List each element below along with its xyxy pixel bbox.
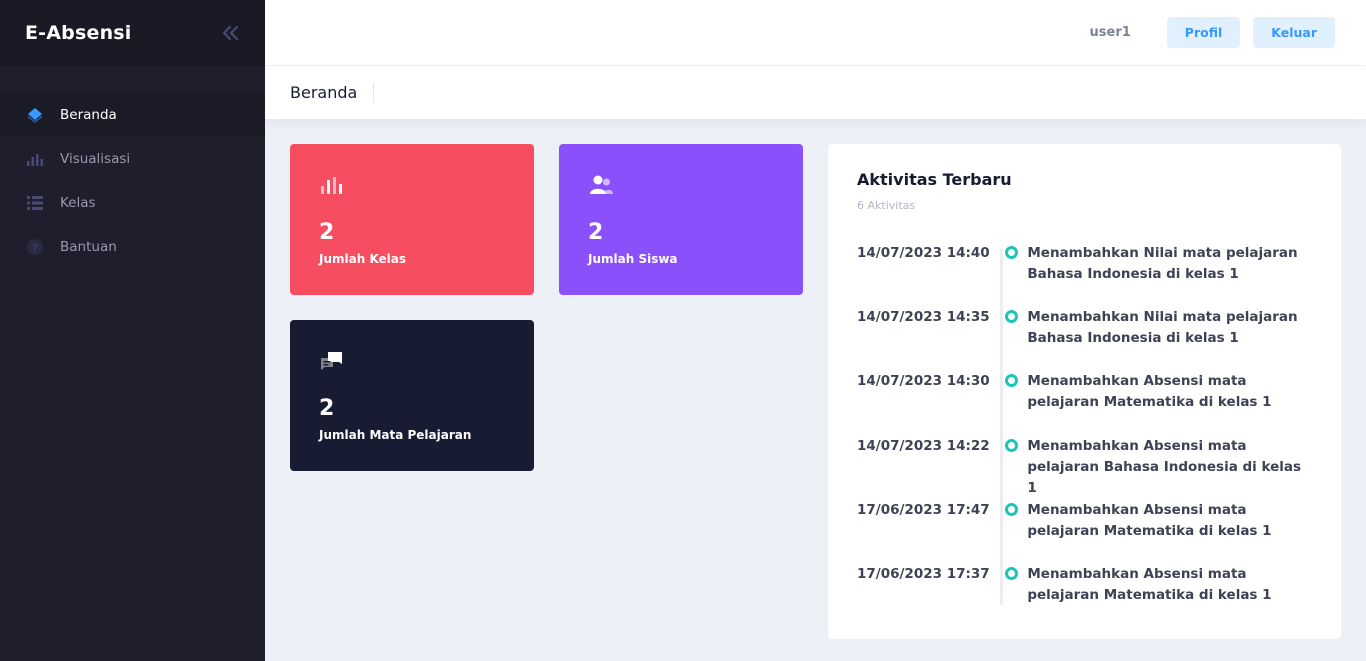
username-label: user1 xyxy=(1089,25,1131,40)
timeline-dot-icon xyxy=(1005,374,1018,388)
sidebar-item-label: Visualisasi xyxy=(60,151,131,167)
timeline-dot-icon xyxy=(1005,438,1018,452)
timeline-time: 17/06/2023 17:37 xyxy=(857,565,990,582)
list-icon xyxy=(25,193,45,213)
users-icon xyxy=(588,172,614,198)
timeline-time: 17/06/2023 17:47 xyxy=(857,501,990,518)
sidebar-item-beranda[interactable]: Beranda xyxy=(0,93,265,137)
timeline-text: Menambahkan Absensi mata pelajaran Bahas… xyxy=(1027,437,1302,496)
stat-label: Jumlah Kelas xyxy=(319,252,407,266)
stat-label: Jumlah Mata Pelajaran xyxy=(319,428,472,442)
sidebar-item-bantuan[interactable]: ? Bantuan xyxy=(0,225,265,269)
logout-button[interactable]: Keluar xyxy=(1253,17,1335,48)
timeline-time: 14/07/2023 14:22 xyxy=(857,437,990,454)
brand-bar: E-Absensi xyxy=(0,0,265,66)
stat-card-mata-pelajaran: 2 Jumlah Mata Pelajaran xyxy=(290,320,534,471)
sidebar-item-label: Kelas xyxy=(60,195,96,211)
double-chevron-left-icon[interactable] xyxy=(220,23,240,43)
svg-text:?: ? xyxy=(32,243,37,254)
stat-value: 2 xyxy=(319,396,335,421)
timeline-item: 17/06/2023 17:37 Menambahkan Absensi mat… xyxy=(857,564,1312,628)
subheader: Beranda xyxy=(265,66,1366,119)
activity-count: 6 Aktivitas xyxy=(857,199,916,212)
sidebar-item-visualisasi[interactable]: Visualisasi xyxy=(0,137,265,181)
timeline-text: Menambahkan Absensi mata pelajaran Matem… xyxy=(1027,501,1272,539)
timeline-item: 14/07/2023 14:30 Menambahkan Absensi mat… xyxy=(857,371,1312,435)
activity-panel: Aktivitas Terbaru 6 Aktivitas 14/07/2023… xyxy=(828,144,1341,639)
timeline-dot-icon xyxy=(1005,502,1018,516)
timeline-text: Menambahkan Nilai mata pelajaran Bahasa … xyxy=(1027,245,1298,282)
bar-chart-icon xyxy=(25,149,45,169)
sidebar-nav: Beranda Visualisasi Kelas ? Bantuan xyxy=(0,66,265,269)
stat-value: 2 xyxy=(588,220,604,245)
stat-card-kelas: 2 Jumlah Kelas xyxy=(290,144,534,295)
timeline-item: 14/07/2023 14:35 Menambahkan Nilai mata … xyxy=(857,307,1312,371)
stat-value: 2 xyxy=(319,220,335,245)
activity-timeline: 14/07/2023 14:40 Menambahkan Nilai mata … xyxy=(857,243,1312,628)
timeline-time: 14/07/2023 14:30 xyxy=(857,373,990,390)
timeline-time: 14/07/2023 14:40 xyxy=(857,245,990,261)
sidebar: E-Absensi Beranda Visualisasi Kelas ? Ba… xyxy=(0,0,265,661)
timeline-text: Menambahkan Nilai mata pelajaran Bahasa … xyxy=(1027,309,1298,347)
timeline-time: 14/07/2023 14:35 xyxy=(857,309,990,326)
bar-chart-icon xyxy=(319,172,345,198)
timeline-text: Menambahkan Absensi mata pelajaran Matem… xyxy=(1027,565,1272,603)
stat-label: Jumlah Siswa xyxy=(588,252,678,266)
stat-card-siswa: 2 Jumlah Siswa xyxy=(559,144,803,295)
timeline-item: 14/07/2023 14:22 Menambahkan Absensi mat… xyxy=(857,436,1312,500)
diamond-layers-icon xyxy=(25,105,45,125)
sidebar-item-kelas[interactable]: Kelas xyxy=(0,181,265,225)
question-circle-icon: ? xyxy=(25,237,45,257)
timeline-dot-icon xyxy=(1005,566,1018,580)
page-title: Beranda xyxy=(290,82,375,103)
chat-bubbles-icon xyxy=(319,348,345,374)
top-header: user1 Profil Keluar xyxy=(265,0,1366,66)
profile-button[interactable]: Profil xyxy=(1166,17,1241,48)
activity-title: Aktivitas Terbaru xyxy=(857,170,1012,189)
timeline-dot-icon xyxy=(1005,246,1018,259)
timeline-dot-icon xyxy=(1005,310,1018,324)
sidebar-item-label: Beranda xyxy=(60,107,117,123)
sidebar-item-label: Bantuan xyxy=(60,239,117,255)
timeline-text: Menambahkan Absensi mata pelajaran Matem… xyxy=(1027,373,1272,411)
app-title: E-Absensi xyxy=(25,22,132,44)
timeline-item: 17/06/2023 17:47 Menambahkan Absensi mat… xyxy=(857,500,1312,564)
timeline-item: 14/07/2023 14:40 Menambahkan Nilai mata … xyxy=(857,243,1312,307)
